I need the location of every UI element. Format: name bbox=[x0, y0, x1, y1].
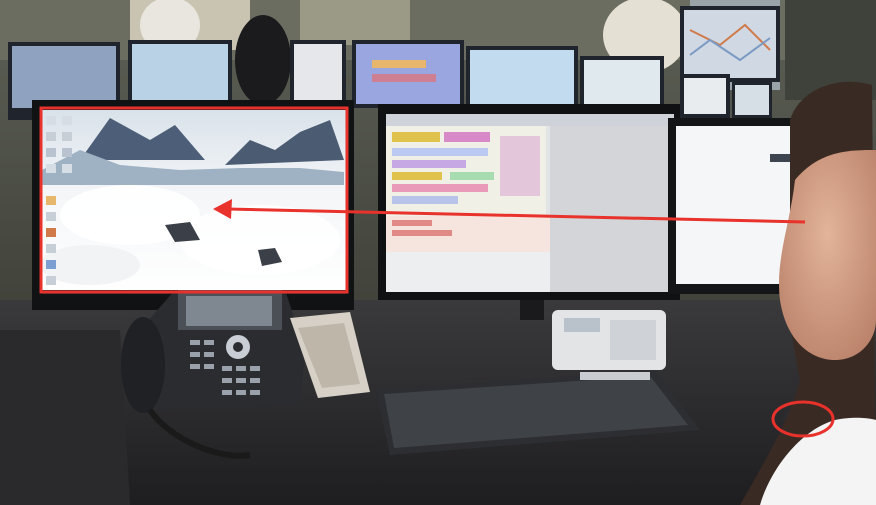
photo-scene bbox=[0, 0, 876, 505]
phone-handset bbox=[121, 317, 165, 413]
background-person bbox=[235, 15, 291, 105]
center-monitor-screen bbox=[386, 114, 674, 292]
left-monitor-screen bbox=[40, 110, 346, 294]
small-desk-phone bbox=[552, 310, 666, 370]
